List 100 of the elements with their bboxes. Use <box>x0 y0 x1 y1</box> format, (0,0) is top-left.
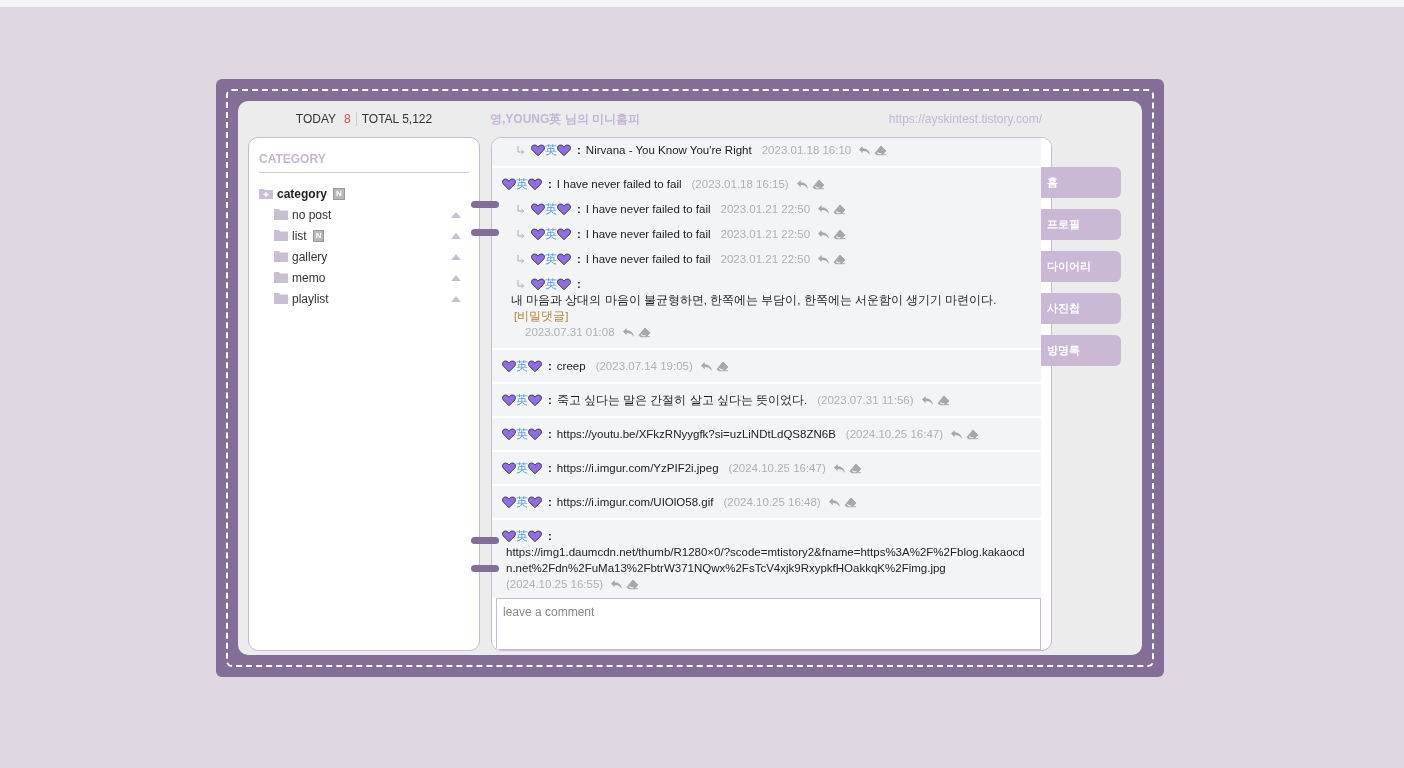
heart-icon <box>557 252 571 266</box>
comment-text: creep <box>556 359 586 374</box>
reply-icon[interactable] <box>817 228 831 240</box>
comment-text: I have never failed to fail <box>585 252 711 267</box>
heart-icon <box>557 143 571 157</box>
heart-icon <box>502 495 516 509</box>
reply-icon[interactable] <box>817 253 831 265</box>
today-label: TODAY <box>295 112 337 126</box>
heart-icon <box>528 393 542 407</box>
comment-text: https://youtu.be/XFkzRNyygfk?si=uzLiNDtLdQS8ZN6B <box>556 427 836 442</box>
binder-ring <box>471 201 499 208</box>
folder-icon <box>274 251 288 262</box>
comment-date: (2023.01.18 16:15) <box>691 177 789 192</box>
reply-icon[interactable] <box>795 178 809 190</box>
comment-date: 2023.07.31 01:08 <box>525 325 615 340</box>
category-item[interactable]: memo <box>292 270 326 285</box>
reply-icon[interactable] <box>920 394 934 406</box>
separator: : <box>577 252 581 267</box>
comment-text: 내 마음과 상대의 마음이 불균형하면, 한쪽에는 부담이, 한쪽에는 서운함이 생기기 마련이다. <box>511 294 997 306</box>
today-count: 8 <box>344 112 351 126</box>
category-item[interactable]: gallery <box>292 249 328 264</box>
comment-date: (2023.07.14 19:05) <box>595 359 693 374</box>
comment-text: https://i.imgur.com/YzPIF2i.jpeg <box>556 461 719 476</box>
heart-icon <box>528 461 542 475</box>
author-name: 英 <box>516 177 528 192</box>
reply-icon[interactable] <box>832 462 846 474</box>
eraser-icon[interactable] <box>833 253 847 265</box>
folder-icon <box>274 293 288 304</box>
triangle-up-icon <box>451 295 461 302</box>
eraser-icon[interactable] <box>626 578 640 590</box>
comment-date: (2024.10.25 16:48) <box>723 495 821 510</box>
separator: : <box>577 227 581 242</box>
separator: : <box>548 177 552 192</box>
author-name: 英 <box>516 461 528 476</box>
reply-icon[interactable] <box>858 144 872 156</box>
separator: : <box>577 277 581 292</box>
heart-icon <box>528 495 542 509</box>
reply-arrow-icon <box>517 254 525 264</box>
reply-icon[interactable] <box>621 326 635 338</box>
reply-icon[interactable] <box>817 203 831 215</box>
separator: : <box>548 359 552 374</box>
reply-arrow-icon <box>517 229 525 239</box>
category-item[interactable]: no post <box>292 207 332 222</box>
category-heading: CATEGORY <box>259 152 469 173</box>
heart-icon <box>528 427 542 441</box>
reply-icon[interactable] <box>827 496 841 508</box>
comment-date: 2023.01.21 22:50 <box>720 252 811 267</box>
new-badge: N <box>333 187 345 200</box>
category-item[interactable]: playlist <box>292 291 329 306</box>
eraser-icon[interactable] <box>833 228 847 240</box>
binder-ring <box>471 229 499 236</box>
eraser-icon[interactable] <box>936 394 950 406</box>
reply-icon[interactable] <box>699 360 713 372</box>
comment-date: 2023.01.18 16:10 <box>761 143 852 158</box>
triangle-up-icon <box>451 232 461 239</box>
comment-date: (2024.10.25 16:47) <box>728 461 826 476</box>
eraser-icon[interactable] <box>848 462 862 474</box>
comment-date: (2023.07.31 11:56) <box>817 393 914 408</box>
triangle-up-icon <box>451 211 461 218</box>
heart-icon <box>531 143 545 157</box>
eraser-icon[interactable] <box>833 203 847 215</box>
eraser-icon[interactable] <box>843 496 857 508</box>
folder-icon <box>274 272 288 283</box>
author-name: 英 <box>545 252 557 267</box>
reply-icon[interactable] <box>610 578 624 590</box>
heart-icon <box>502 427 516 441</box>
secret-tag: [비밀댓글] <box>514 310 569 322</box>
heart-icon <box>528 177 542 191</box>
binder-ring <box>471 565 499 572</box>
comment-date: 2023.01.21 22:50 <box>720 202 811 217</box>
author-name: 英 <box>545 202 557 217</box>
author-name: 英 <box>545 143 557 158</box>
category-item[interactable]: category <box>277 186 328 201</box>
eraser-icon[interactable] <box>874 144 888 156</box>
heart-icon <box>531 277 545 291</box>
separator: : <box>548 427 552 442</box>
eraser-icon[interactable] <box>715 360 729 372</box>
triangle-up-icon <box>451 274 461 281</box>
heart-icon <box>502 529 516 543</box>
author-name: 英 <box>545 227 557 242</box>
reply-arrow-icon <box>517 145 525 155</box>
heart-icon <box>557 277 571 291</box>
triangle-up-icon <box>451 253 461 260</box>
heart-icon <box>502 461 516 475</box>
separator: : <box>548 461 552 476</box>
eraser-icon[interactable] <box>966 428 980 440</box>
eraser-icon[interactable] <box>637 326 651 338</box>
comment-input[interactable]: leave a comment <box>496 598 1041 650</box>
category-item[interactable]: list <box>292 228 307 243</box>
heart-icon <box>528 359 542 373</box>
total-count: TOTAL 5,122 <box>355 112 433 126</box>
comment-text: https://i.imgur.com/UIOlO58.gif <box>556 495 714 510</box>
reply-arrow-icon <box>517 279 525 289</box>
comment-text: I have never failed to fail <box>556 177 682 192</box>
comment-text: I have never failed to fail <box>585 202 711 217</box>
reply-icon[interactable] <box>950 428 964 440</box>
eraser-icon[interactable] <box>811 178 825 190</box>
separator: : <box>548 529 552 544</box>
comment-date: (2024.10.25 16:55) <box>506 577 604 592</box>
new-badge: N <box>312 229 325 242</box>
